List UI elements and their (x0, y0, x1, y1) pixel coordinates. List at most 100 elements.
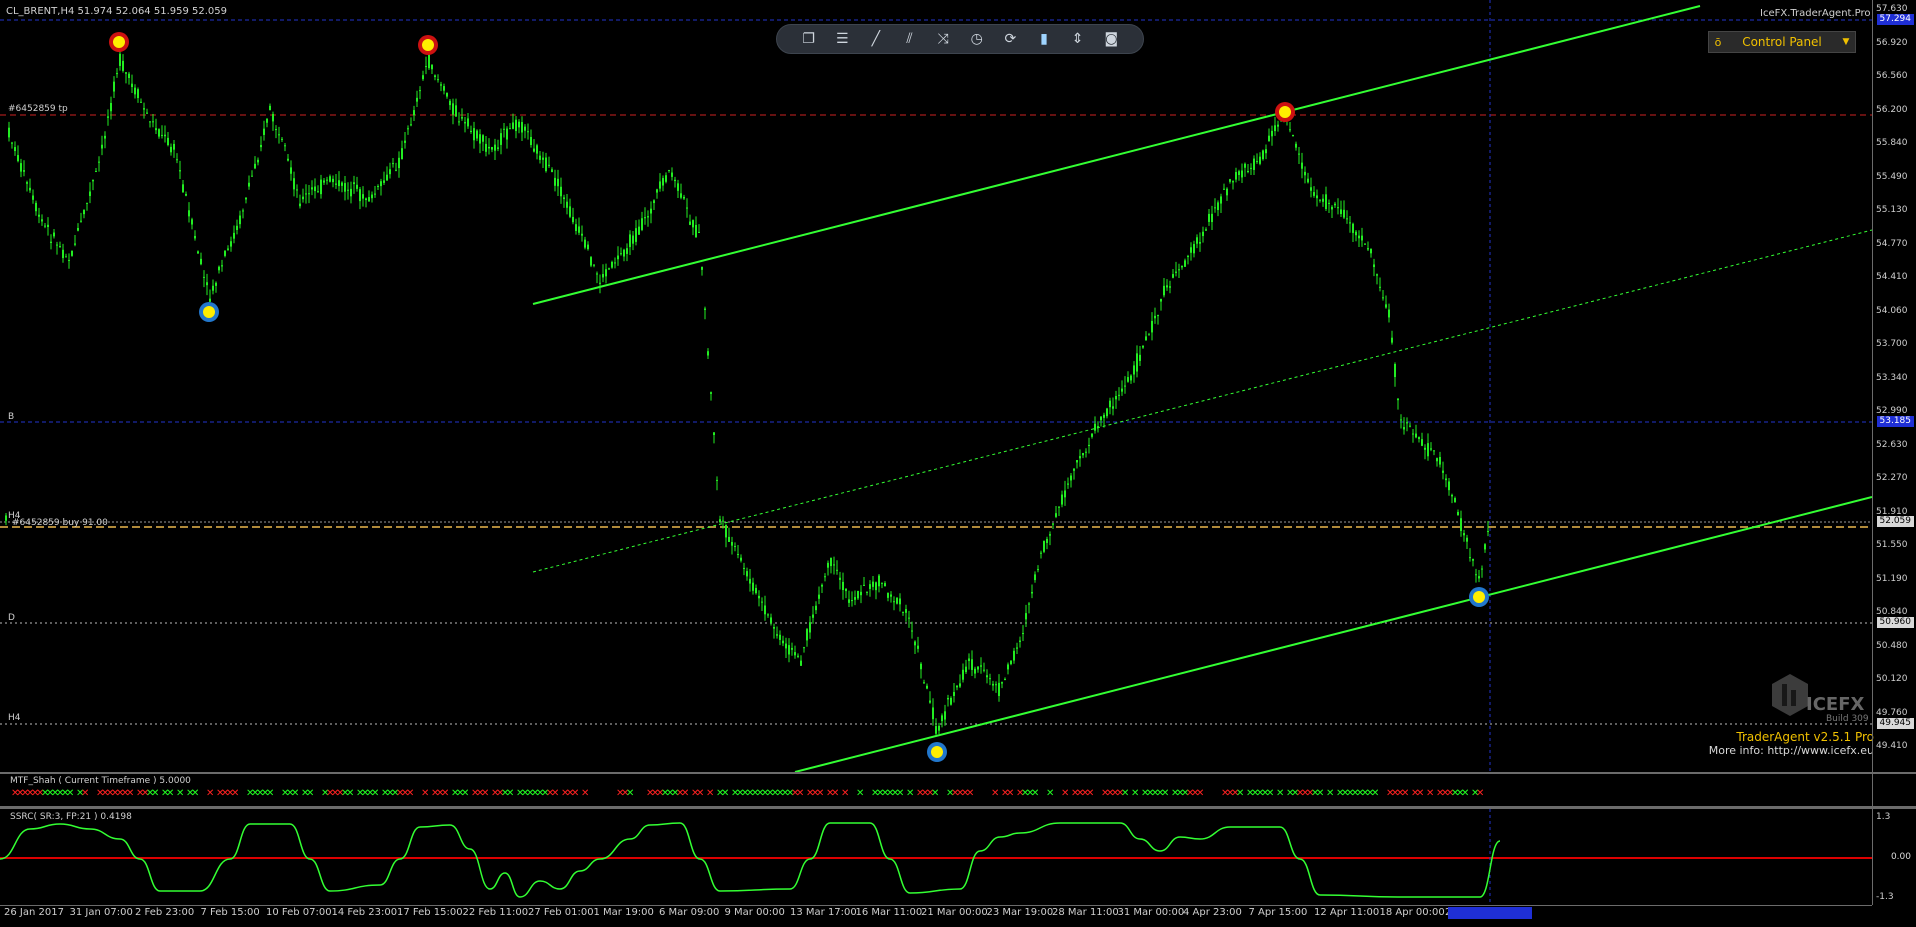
candle-body (1352, 223, 1354, 233)
candle-body (959, 683, 961, 687)
candle-body (842, 581, 844, 591)
time-axis[interactable]: 26 Jan 2017 31 Jan 07:00 2 Feb 23:00 7 Feb … (0, 905, 1872, 927)
candle-body (1250, 167, 1252, 169)
candle-body (638, 226, 640, 235)
candle-body (170, 146, 172, 153)
price-tick: 52.270 (1876, 473, 1908, 483)
candle-body (890, 594, 892, 597)
candle-body (329, 176, 331, 182)
candle-body (914, 641, 916, 646)
candle-body (1439, 457, 1441, 465)
ssrc-tick: 1.3 (1876, 812, 1891, 822)
candle-body (695, 224, 697, 238)
list-icon[interactable]: ☰ (830, 27, 854, 51)
candle-body (233, 232, 235, 239)
candle-body (314, 186, 316, 192)
price-tick: 50.480 (1876, 640, 1908, 651)
mtf-buy-mark: ✕ (1316, 788, 1324, 799)
camera-icon[interactable]: ◙ (1099, 27, 1123, 51)
time-tick: 10 Feb 07:00 (266, 907, 332, 918)
candle-body (455, 105, 457, 117)
price-chart[interactable] (0, 0, 1872, 772)
candle-body (1373, 264, 1375, 268)
candle-body (764, 605, 766, 615)
trader-agent-info[interactable]: More info: http://www.icefx.eu (1709, 744, 1874, 757)
candle-body (608, 268, 610, 270)
price-tick: 51.550 (1876, 540, 1908, 550)
candle-body (851, 600, 853, 602)
candle-body (1091, 433, 1093, 437)
candle-body (716, 479, 718, 481)
candle-body (839, 577, 841, 580)
candle-body (296, 189, 298, 191)
candle-body (62, 249, 64, 259)
trash-icon[interactable]: ▮ (1032, 27, 1056, 51)
candle-body (1088, 444, 1090, 447)
line-icon[interactable]: ╱ (864, 27, 888, 51)
candle-body (719, 519, 721, 522)
cycle-icon[interactable]: ⟳ (998, 27, 1022, 51)
windows-icon[interactable]: ❐ (797, 27, 821, 51)
candle-body (1427, 443, 1429, 457)
candle-body (824, 576, 826, 578)
mtf-sell-mark: ✕ (1061, 788, 1069, 799)
candle-body (308, 193, 310, 195)
candle-body (1148, 334, 1150, 336)
mtf-sell-mark: ✕ (841, 788, 849, 799)
shuffle-icon[interactable]: ⤨ (931, 27, 955, 51)
candle-body (755, 587, 757, 594)
candle-body (677, 183, 679, 191)
candle-body (782, 640, 784, 644)
control-panel-button[interactable]: ō Control Panel ▼ (1708, 31, 1856, 53)
candle-body (500, 133, 502, 145)
mtf-buy-mark: ✕ (1131, 788, 1139, 799)
main-chart-pane[interactable]: CL_BRENT,H4 51.974 52.064 51.959 52.059 … (0, 0, 1916, 772)
swing-low-marker (927, 742, 947, 762)
candle-body (1382, 297, 1384, 299)
candle-body (644, 217, 646, 219)
candle-body (1037, 569, 1039, 571)
control-panel-label: Control Panel (1742, 35, 1822, 49)
mtf-sell-mark: ✕ (551, 788, 559, 799)
candle-body (1121, 388, 1123, 392)
candle-body (968, 658, 970, 662)
candle-body (545, 157, 547, 172)
candle-body (392, 163, 394, 165)
candle-body (713, 432, 715, 436)
candle-body (902, 611, 904, 613)
time-tick: 7 Apr 15:00 (1248, 907, 1308, 918)
candle-body (830, 557, 832, 567)
mtf-sell-mark: ✕ (1401, 788, 1409, 799)
price-tag-h4: 49.945 (1876, 718, 1914, 729)
chevron-down-icon[interactable]: ▼ (1837, 37, 1855, 47)
candle-body (101, 144, 103, 149)
candle-body (1130, 375, 1132, 381)
candle-body (1064, 490, 1066, 498)
channel-icon[interactable]: ⫽ (898, 27, 922, 51)
candle-body (707, 351, 709, 356)
time-tick: 2 Feb 23:00 (135, 907, 195, 918)
candle-body (926, 685, 928, 689)
candle-body (674, 179, 676, 182)
mtf-buy-mark: ✕ (1461, 788, 1469, 799)
clock-icon[interactable]: ◷ (965, 27, 989, 51)
ssrc-pane[interactable]: SSRC( SR:3, FP:21 ) 0.4198 (0, 809, 1872, 905)
candle-body (1082, 452, 1084, 456)
time-tick: 31 Mar 00:00 (1117, 907, 1185, 918)
candle-body (143, 108, 145, 110)
candle-body (863, 584, 865, 586)
candle-body (1298, 153, 1300, 155)
candle-body (899, 598, 901, 605)
candle-body (1430, 448, 1432, 450)
candle-body (1268, 135, 1270, 142)
candle-body (1085, 451, 1087, 453)
compress-icon[interactable]: ⇕ (1066, 27, 1090, 51)
candle-body (974, 668, 976, 674)
mtf-shah-pane[interactable]: MTF_Shah ( Current Timeframe ) 5.0000 ✕ ✕… (0, 774, 1872, 806)
candle-body (773, 626, 775, 629)
candle-body (1220, 196, 1222, 204)
price-axis[interactable]: 57.630 56.920 56.560 56.200 55.840 55.490 55.1… (1872, 0, 1916, 772)
candle-body (992, 683, 994, 686)
candle-body (326, 179, 328, 181)
candle-body (71, 250, 73, 256)
